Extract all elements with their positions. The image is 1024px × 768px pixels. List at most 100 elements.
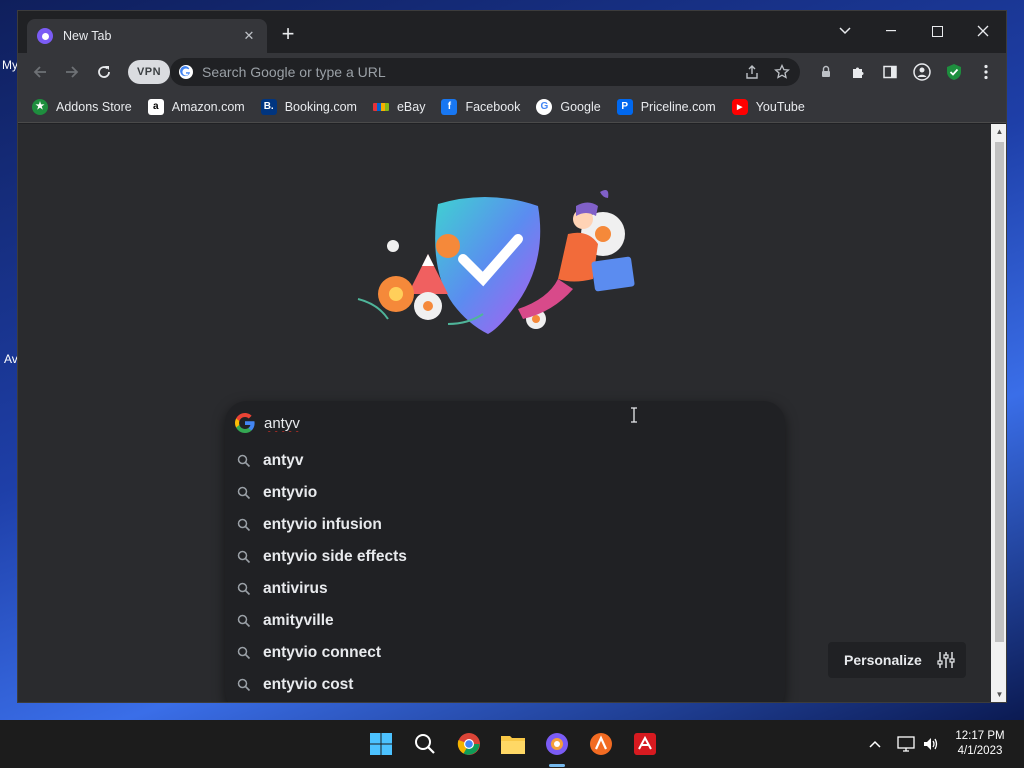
clock-date: 4/1/2023 <box>957 745 1003 757</box>
suggestion-text: antivirus <box>263 580 328 597</box>
bookmark-label: YouTube <box>755 99 805 114</box>
bookmark-priceline[interactable]: P Priceline.com <box>616 98 716 115</box>
search-icon <box>237 614 251 628</box>
search-icon <box>237 582 251 596</box>
volume-icon[interactable] <box>920 732 942 756</box>
suggestion-item[interactable]: antivirus <box>225 573 785 605</box>
bookmark-addons-store[interactable]: ★ Addons Store <box>32 98 132 115</box>
sliders-icon <box>937 652 955 668</box>
bookmark-label: Priceline.com <box>640 99 716 114</box>
extensions-puzzle-icon[interactable] <box>846 60 870 84</box>
search-dropdown: antyv entyvio entyvio infusion entyvio side… <box>225 401 785 702</box>
scrollbar-thumb[interactable] <box>995 142 1004 642</box>
tab-title: New Tab <box>63 29 112 43</box>
suggestion-text: antyv <box>263 452 304 469</box>
ebay-icon <box>372 102 389 111</box>
vertical-scrollbar[interactable]: ▲ ▼ <box>991 124 1006 702</box>
chrome-icon[interactable] <box>455 730 483 758</box>
browser-toolbar: VPN Search Google or type a URL <box>18 53 1006 91</box>
suggestion-text: amityville <box>263 612 334 629</box>
reload-icon[interactable] <box>92 60 116 84</box>
search-icon <box>237 518 251 532</box>
profile-avatar-icon[interactable] <box>910 60 934 84</box>
suggestion-text: entyvio <box>263 484 318 501</box>
network-icon[interactable] <box>895 732 917 756</box>
google-logo-icon <box>235 413 255 433</box>
suggestion-item[interactable]: entyvio side effects <box>225 541 785 573</box>
avast-browser-icon[interactable] <box>543 730 571 758</box>
bookmark-label: Booking.com <box>284 99 357 114</box>
suggestion-text: entyvio connect <box>263 644 381 661</box>
side-panel-icon[interactable] <box>878 60 902 84</box>
suggestion-item[interactable]: entyvio infusion <box>225 509 785 541</box>
personalize-button[interactable]: Personalize <box>828 642 966 678</box>
bookmark-youtube[interactable]: ▶ YouTube <box>731 98 805 115</box>
priceline-icon: P <box>616 98 633 115</box>
search-icon[interactable] <box>411 730 439 758</box>
address-bar-placeholder: Search Google or type a URL <box>202 64 386 80</box>
search-icon <box>237 678 251 692</box>
search-icon <box>237 550 251 564</box>
bookmark-label: eBay <box>396 99 426 114</box>
suggestion-item[interactable]: amityville <box>225 605 785 637</box>
tab-new-tab[interactable]: New Tab ✕ <box>27 19 267 53</box>
suggestion-item[interactable]: entyvio cost <box>225 669 785 701</box>
new-tab-button[interactable]: + <box>276 23 300 47</box>
search-row[interactable] <box>225 401 785 445</box>
suggestion-text: entyvio cost <box>263 676 354 693</box>
facebook-icon: f <box>441 98 458 115</box>
bookmark-star-icon[interactable] <box>770 60 794 84</box>
bookmark-label: Facebook <box>465 99 521 114</box>
google-icon: G <box>536 98 553 115</box>
browser-window: New Tab ✕ + VPN Search Google or type a … <box>17 10 1007 703</box>
active-app-indicator <box>549 764 565 767</box>
addons-store-icon: ★ <box>32 98 48 115</box>
search-icon <box>237 486 251 500</box>
bookmark-google[interactable]: G Google <box>536 98 601 115</box>
avast-browser-favicon-icon <box>37 28 53 44</box>
youtube-icon: ▶ <box>731 98 748 115</box>
bookmark-label: Addons Store <box>56 99 132 114</box>
address-bar[interactable]: Search Google or type a URL <box>170 58 800 86</box>
close-window-button[interactable] <box>960 17 1006 45</box>
bookmarks-bar: ★ Addons Store a Amazon.com B. Booking.c… <box>18 91 1006 123</box>
clock-time: 12:17 PM <box>955 730 1005 742</box>
windows-start-icon[interactable] <box>367 730 395 758</box>
vpn-button[interactable]: VPN <box>128 60 170 84</box>
search-icon <box>237 454 251 468</box>
text-cursor-icon <box>631 407 637 423</box>
lock-extension-icon[interactable] <box>814 60 838 84</box>
suggestion-list: antyv entyvio entyvio infusion entyvio side… <box>225 445 785 701</box>
avira-icon[interactable] <box>631 730 659 758</box>
tab-search-chevron-down-icon[interactable] <box>822 17 868 45</box>
system-clock[interactable]: 12:17 PM 4/1/2023 <box>950 729 1010 759</box>
maximize-button[interactable] <box>914 17 960 45</box>
file-explorer-icon[interactable] <box>499 730 527 758</box>
scroll-down-arrow-icon[interactable]: ▼ <box>995 690 1004 700</box>
scroll-up-arrow-icon[interactable]: ▲ <box>995 127 1004 137</box>
security-shield-icon[interactable] <box>942 60 966 84</box>
desktop-icon-label[interactable]: My <box>2 58 18 72</box>
search-input[interactable] <box>264 414 744 432</box>
suggestion-item[interactable]: antyv <box>225 445 785 477</box>
suggestion-text: entyvio side effects <box>263 548 407 565</box>
search-icon <box>237 646 251 660</box>
desktop-icon-label[interactable]: Av <box>4 352 18 366</box>
bookmark-ebay[interactable]: eBay <box>372 99 426 114</box>
bookmark-booking[interactable]: B. Booking.com <box>260 98 357 115</box>
bookmark-label: Google <box>560 99 601 114</box>
bookmark-amazon[interactable]: a Amazon.com <box>147 98 245 115</box>
windows-taskbar: 12:17 PM 4/1/2023 <box>0 720 1024 768</box>
tab-close-icon[interactable]: ✕ <box>241 28 257 44</box>
bookmark-facebook[interactable]: f Facebook <box>441 98 521 115</box>
suggestion-item[interactable]: entyvio connect <box>225 637 785 669</box>
suggestion-item[interactable]: entyvio <box>225 477 785 509</box>
share-icon[interactable] <box>740 60 764 84</box>
back-arrow-icon[interactable] <box>28 60 52 84</box>
minimize-button[interactable] <box>868 17 914 45</box>
google-g-icon <box>179 65 193 79</box>
menu-kebab-icon[interactable] <box>974 60 998 84</box>
chevron-up-icon[interactable] <box>864 732 886 756</box>
avast-antivirus-icon[interactable] <box>587 730 615 758</box>
forward-arrow-icon[interactable] <box>60 60 84 84</box>
